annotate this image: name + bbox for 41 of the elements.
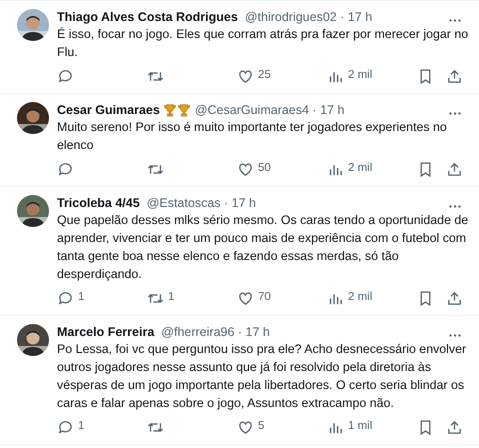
like-button[interactable] bbox=[237, 418, 254, 436]
count: 25 bbox=[258, 68, 271, 84]
user-handle[interactable]: @Estatoscas · 17 h bbox=[146, 194, 256, 212]
share-button[interactable] bbox=[446, 418, 463, 436]
like-button[interactable] bbox=[237, 160, 254, 178]
trophy-icon bbox=[162, 103, 177, 117]
reply-button[interactable] bbox=[57, 418, 74, 436]
user-handle[interactable]: @thirodrigues02 · 17 h bbox=[244, 8, 372, 26]
trophy-icon bbox=[176, 103, 191, 117]
more-icon[interactable] bbox=[449, 334, 461, 336]
count: 1 bbox=[78, 290, 84, 306]
tweet-text: Que papelão desses mlks sério mesmo. Os caras tendo a oportunidade de aprender, vivenciar e ter um pouco mais de experiência com o futebol com tanta gente boa nesse elenco e fazendo essas merdas, só tão desperdiçando. bbox=[57, 212, 469, 283]
reply-button[interactable] bbox=[57, 160, 74, 178]
share-button[interactable] bbox=[446, 160, 463, 178]
count: 1 mil bbox=[348, 419, 372, 434]
user-handle[interactable]: @CesarGuimaraes4 · 17 h bbox=[194, 100, 344, 120]
like-button[interactable] bbox=[237, 290, 254, 306]
user-name[interactable]: Cesar Guimaraes bbox=[57, 100, 160, 120]
count: 5 bbox=[258, 419, 264, 434]
user-name[interactable]: Marcelo Ferreira bbox=[57, 322, 154, 342]
count: 70 bbox=[258, 290, 271, 306]
count: 1 bbox=[78, 419, 84, 434]
tweet-text: É isso, focar no jogo. Eles que corram atrás pra fazer por merecer jogar no Flu. bbox=[57, 26, 469, 61]
share-button[interactable] bbox=[446, 290, 463, 306]
count: 2 mil bbox=[348, 161, 372, 176]
like-button[interactable] bbox=[237, 68, 254, 84]
tweet-text: Po Lessa, foi vc que perguntou isso pra ele? Acho desnecessário envolver outros jogadores nesse assunto que já foi resolvido pela diretoria às vésperas de um jogo importante pela libertadores. O certo seria blindar os caras e falar apenas sobre o jogo, Assuntos extracampo não. bbox=[57, 341, 468, 412]
more-icon[interactable] bbox=[449, 112, 461, 114]
count: 2 mil bbox=[348, 68, 372, 84]
count: 1 bbox=[168, 290, 174, 306]
user-name[interactable]: Thiago Alves Costa Rodrigues bbox=[57, 8, 238, 26]
share-button[interactable] bbox=[446, 68, 463, 84]
reply-button[interactable] bbox=[57, 290, 74, 306]
count: 50 bbox=[258, 161, 271, 176]
user-handle[interactable]: @fherreira96 · 17 h bbox=[161, 322, 270, 342]
user-name[interactable]: Tricoleba 4/45 bbox=[57, 194, 140, 212]
reply-button[interactable] bbox=[57, 68, 74, 84]
more-icon[interactable] bbox=[449, 204, 461, 208]
tweet-text: Muito sereno! Por isso é muito importante ter jogadores experientes no elenco bbox=[57, 119, 448, 154]
more-icon[interactable] bbox=[449, 18, 461, 22]
count: 2 mil bbox=[348, 290, 372, 306]
